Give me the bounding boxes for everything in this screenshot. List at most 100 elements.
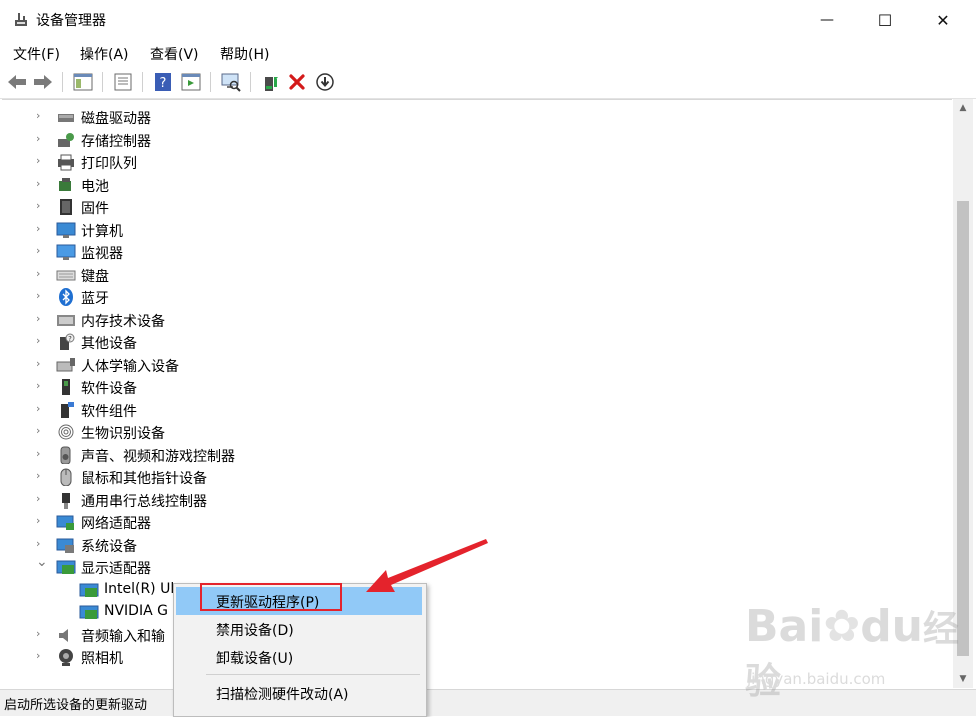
chevron-right-icon[interactable]: ›	[36, 132, 46, 146]
tree-category-item[interactable]: ⌄ 显示适配器	[2, 554, 942, 578]
tree-category-item[interactable]: › 软件设备	[2, 376, 942, 398]
chevron-right-icon[interactable]: ›	[36, 109, 46, 123]
tree-item-label: 网络适配器	[81, 516, 151, 532]
chevron-right-icon[interactable]: ›	[36, 424, 46, 438]
tree-item-label: 键盘	[81, 269, 109, 285]
scan-hardware-icon	[221, 73, 241, 92]
chevron-right-icon[interactable]: ›	[36, 154, 46, 168]
chevron-right-icon[interactable]: ›	[36, 537, 46, 551]
tree-category-item[interactable]: › 蓝牙	[2, 286, 942, 308]
tree-category-item[interactable]: › 监视器	[2, 241, 942, 263]
tree-category-item[interactable]: › 系统设备	[2, 534, 942, 556]
chevron-right-icon[interactable]: ›	[36, 177, 46, 191]
chevron-down-icon[interactable]: ⌄	[36, 554, 48, 570]
tree-item-label: 固件	[81, 201, 109, 217]
device-tree: › 磁盘驱动器 › 存储控制器 › 打印队列 › 电池 › 固件 › 计算机 › 监视器 › 键盘 › 蓝牙 › 内存…	[2, 99, 952, 689]
tree-category-item[interactable]: › 存储控制器	[2, 129, 942, 151]
chevron-right-icon[interactable]: ›	[36, 199, 46, 213]
menu-action[interactable]: 操作(A)	[80, 44, 129, 64]
tree-category-item[interactable]: › 固件	[2, 196, 942, 218]
uninstall-device-button[interactable]	[286, 71, 308, 93]
tree-category-item[interactable]: › 生物识别设备	[2, 421, 942, 443]
tree-category-item[interactable]: › 人体学输入设备	[2, 354, 942, 376]
tree-category-item[interactable]: › 打印队列	[2, 151, 942, 173]
chevron-right-icon[interactable]: ›	[36, 267, 46, 281]
tree-item-label: 蓝牙	[81, 291, 109, 307]
help-icon: ?	[155, 73, 171, 91]
minimize-icon: —	[820, 12, 834, 28]
tree-category-item[interactable]: › 磁盘驱动器	[2, 106, 942, 128]
chevron-right-icon[interactable]: ›	[36, 627, 46, 641]
action-pane-button[interactable]	[180, 71, 202, 93]
tree-category-item[interactable]: › 声音、视频和游戏控制器	[2, 444, 942, 466]
scroll-down-arrow-icon[interactable]: ▼	[953, 670, 973, 688]
chevron-right-icon[interactable]: ›	[36, 244, 46, 258]
tree-item-label: 软件设备	[81, 381, 137, 397]
tree-category-item[interactable]: › 照相机	[2, 646, 942, 668]
tree-category-item[interactable]: › 计算机	[2, 219, 942, 241]
memory-device-icon	[56, 311, 76, 329]
chevron-right-icon[interactable]: ›	[36, 649, 46, 663]
chevron-right-icon[interactable]: ›	[36, 312, 46, 326]
update-driver-icon	[265, 77, 278, 91]
scroll-up-arrow-icon[interactable]: ▲	[953, 99, 973, 117]
bluetooth-icon	[56, 288, 76, 306]
scan-hardware-button[interactable]	[220, 71, 242, 93]
chevron-right-icon[interactable]: ›	[36, 334, 46, 348]
chevron-right-icon[interactable]: ›	[36, 447, 46, 461]
maximize-button[interactable]: ☐	[862, 0, 908, 40]
tree-category-item[interactable]: › 软件组件	[2, 399, 942, 421]
chevron-right-icon[interactable]: ›	[36, 289, 46, 303]
forward-button[interactable]	[32, 71, 54, 93]
tree-item-label: 计算机	[81, 224, 123, 240]
tree-category-item[interactable]: › 音频输入和输	[2, 624, 942, 646]
tree-category-item[interactable]: › 网络适配器	[2, 511, 942, 533]
tree-item-label: 人体学输入设备	[81, 359, 179, 375]
enable-device-button[interactable]	[314, 71, 336, 93]
chevron-right-icon[interactable]: ›	[36, 357, 46, 371]
menu-help[interactable]: 帮助(H)	[220, 44, 269, 64]
context-item-label: 禁用设备(D)	[216, 623, 294, 639]
battery-icon	[56, 176, 76, 194]
context-uninstall-device[interactable]: 卸载设备(U)	[176, 643, 422, 671]
device-manager-icon	[15, 13, 27, 26]
tree-category-item[interactable]: › 内存技术设备	[2, 309, 942, 331]
context-disable-device[interactable]: 禁用设备(D)	[176, 615, 422, 643]
menu-file[interactable]: 文件(F)	[13, 44, 60, 64]
help-button[interactable]: ?	[152, 71, 174, 93]
tree-category-item[interactable]: ›? 其他设备	[2, 331, 942, 353]
tree-category-item[interactable]: › 通用串行总线控制器	[2, 489, 942, 511]
mouse-icon	[56, 468, 76, 487]
computer-icon	[56, 221, 76, 239]
action-pane-icon	[181, 73, 201, 91]
show-hide-tree-button[interactable]	[72, 71, 94, 93]
properties-button[interactable]	[112, 71, 134, 93]
speaker-icon	[56, 446, 76, 465]
chevron-right-icon[interactable]: ›	[36, 469, 46, 483]
update-driver-button[interactable]	[260, 71, 282, 93]
tree-item-label: 显示适配器	[81, 561, 151, 577]
scroll-thumb[interactable]	[957, 201, 969, 656]
menu-view[interactable]: 查看(V)	[150, 44, 199, 64]
svg-text:?: ?	[160, 76, 167, 91]
chevron-right-icon[interactable]: ›	[36, 492, 46, 506]
tree-item-label: 软件组件	[81, 404, 137, 420]
tree-item-label: 磁盘驱动器	[81, 111, 151, 127]
tree-category-item[interactable]: › 电池	[2, 174, 942, 196]
back-button[interactable]	[6, 71, 28, 93]
vertical-scrollbar[interactable]: ▲ ▼	[953, 99, 973, 688]
tree-device-item[interactable]: Intel(R) Ul	[2, 579, 942, 601]
close-button[interactable]: ✕	[920, 0, 966, 40]
tree-category-item[interactable]: › 键盘	[2, 264, 942, 286]
minimize-button[interactable]: —	[804, 0, 850, 40]
context-scan-hardware[interactable]: 扫描检测硬件改动(A)	[176, 679, 422, 707]
chevron-right-icon[interactable]: ›	[36, 402, 46, 416]
software-device-icon	[56, 378, 76, 396]
status-bar: 启动所选设备的更新驱动	[0, 689, 976, 716]
chevron-right-icon[interactable]: ›	[36, 379, 46, 393]
tree-device-item[interactable]: NVIDIA G	[2, 601, 942, 623]
tree-category-item[interactable]: › 鼠标和其他指针设备	[2, 466, 942, 488]
chevron-right-icon[interactable]: ›	[36, 514, 46, 528]
chevron-right-icon[interactable]: ›	[36, 222, 46, 236]
tree-item-label: 音频输入和输	[81, 629, 165, 645]
